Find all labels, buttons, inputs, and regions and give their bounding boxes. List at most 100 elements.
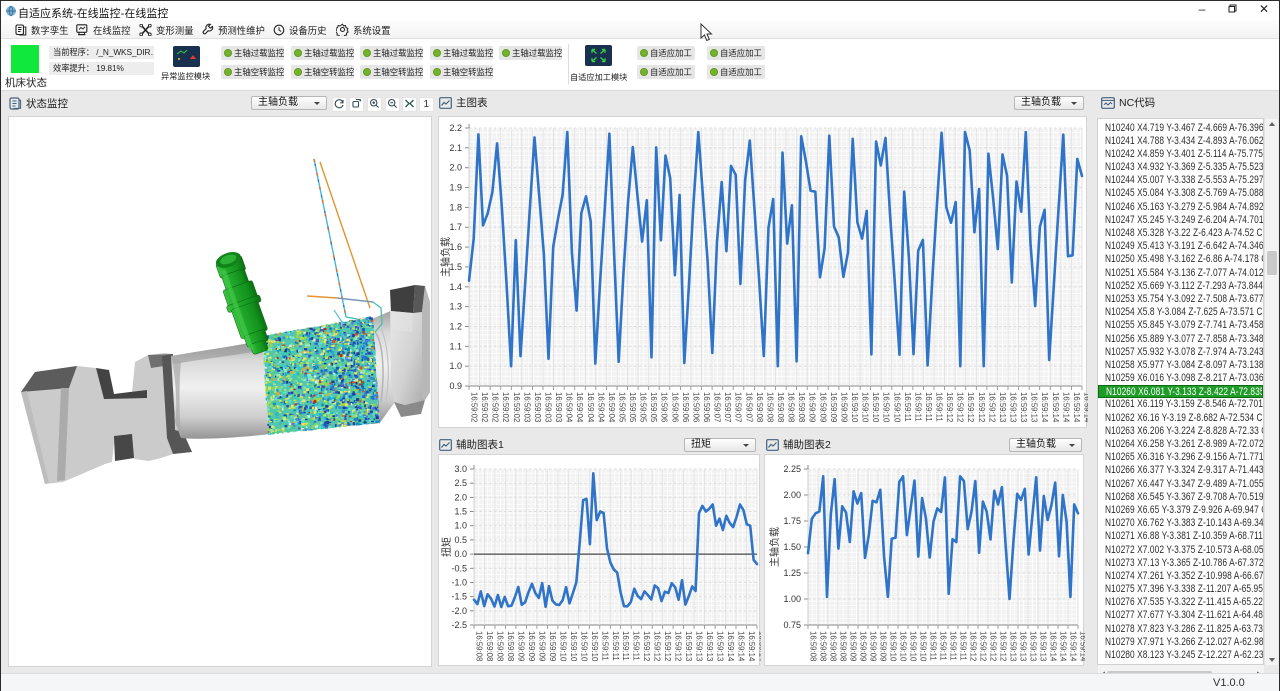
svg-text:1.7: 1.7: [449, 222, 462, 232]
svg-text:1.0: 1.0: [449, 361, 462, 371]
svg-text:16:59:05: 16:59:05: [628, 392, 637, 423]
svg-text:16:59:12: 16:59:12: [987, 392, 996, 422]
svg-text:2.2: 2.2: [449, 123, 462, 133]
svg-text:1.3: 1.3: [449, 302, 462, 312]
svg-text:1.25: 1.25: [783, 568, 801, 578]
svg-text:扭矩: 扭矩: [440, 537, 453, 557]
svg-text:1.1: 1.1: [449, 341, 462, 351]
svg-text:2.25: 2.25: [783, 464, 801, 474]
svg-text:主轴负载: 主轴负载: [439, 237, 452, 277]
svg-text:0.75: 0.75: [783, 620, 801, 630]
svg-text:16:59:12: 16:59:12: [674, 631, 683, 661]
svg-text:16:59:06: 16:59:06: [681, 392, 690, 422]
svg-text:16:59:03: 16:59:03: [533, 392, 542, 422]
svg-text:16:59:13: 16:59:13: [684, 631, 693, 661]
svg-text:-0.5: -0.5: [451, 563, 467, 573]
svg-text:16:59:10: 16:59:10: [892, 392, 901, 423]
svg-text:16:59:08: 16:59:08: [475, 631, 484, 661]
svg-text:16:59:12: 16:59:12: [966, 392, 975, 422]
svg-text:16:59:02: 16:59:02: [512, 392, 521, 422]
svg-text:16:59:10: 16:59:10: [909, 631, 918, 662]
svg-text:16:59:10: 16:59:10: [899, 631, 908, 662]
svg-text:16:59:13: 16:59:13: [1019, 392, 1028, 422]
svg-text:16:59:10: 16:59:10: [850, 392, 859, 423]
svg-text:16:59:14: 16:59:14: [1072, 392, 1081, 423]
svg-text:16:59:09: 16:59:09: [879, 631, 888, 661]
svg-text:16:59:09: 16:59:09: [516, 631, 525, 661]
svg-text:16:59:07: 16:59:07: [713, 392, 722, 422]
svg-text:16:59:08: 16:59:08: [809, 631, 818, 661]
svg-text:1.4: 1.4: [449, 282, 462, 292]
svg-text:1.9: 1.9: [449, 183, 462, 193]
svg-text:16:59:08: 16:59:08: [839, 631, 848, 661]
svg-text:16:59:11: 16:59:11: [949, 631, 958, 661]
svg-text:16:59:12: 16:59:12: [969, 631, 978, 661]
svg-text:16:59:11: 16:59:11: [621, 631, 630, 661]
svg-text:16:59:12: 16:59:12: [642, 631, 651, 661]
svg-text:16:59:02: 16:59:02: [470, 392, 479, 422]
svg-text:16:59:08: 16:59:08: [765, 392, 774, 422]
svg-text:16:59:14: 16:59:14: [747, 631, 756, 662]
svg-text:16:59:12: 16:59:12: [977, 392, 986, 422]
svg-text:1.0: 1.0: [454, 521, 467, 531]
svg-text:16:59:11: 16:59:11: [959, 631, 968, 661]
svg-text:16:59:09: 16:59:09: [527, 631, 536, 661]
svg-text:16:59:12: 16:59:12: [989, 631, 998, 661]
svg-text:16:59:14: 16:59:14: [1079, 631, 1086, 662]
svg-text:16:59:10: 16:59:10: [590, 631, 599, 662]
svg-text:16:59:11: 16:59:11: [929, 631, 938, 661]
svg-text:16:59:09: 16:59:09: [548, 631, 557, 661]
svg-text:16:59:08: 16:59:08: [776, 392, 785, 422]
svg-text:16:59:08: 16:59:08: [829, 631, 838, 661]
svg-text:16:59:09: 16:59:09: [808, 392, 817, 422]
svg-text:1.2: 1.2: [449, 322, 462, 332]
svg-text:16:59:05: 16:59:05: [618, 392, 627, 423]
svg-text:16:59:02: 16:59:02: [491, 392, 500, 422]
svg-text:16:59:02: 16:59:02: [480, 392, 489, 422]
svg-text:16:59:14: 16:59:14: [1061, 392, 1070, 423]
svg-text:16:59:03: 16:59:03: [544, 392, 553, 422]
svg-text:1.50: 1.50: [783, 542, 801, 552]
svg-text:16:59:10: 16:59:10: [889, 631, 898, 662]
svg-text:16:59:10: 16:59:10: [579, 631, 588, 662]
svg-text:16:59:07: 16:59:07: [734, 392, 743, 422]
svg-text:16:59:10: 16:59:10: [882, 392, 891, 423]
svg-text:16:59:14: 16:59:14: [1059, 631, 1068, 662]
svg-text:16:59:14: 16:59:14: [737, 631, 746, 662]
svg-text:2.0: 2.0: [454, 492, 467, 502]
svg-text:16:59:12: 16:59:12: [663, 631, 672, 661]
svg-text:16:59:07: 16:59:07: [723, 392, 732, 422]
svg-text:16:59:13: 16:59:13: [1029, 631, 1038, 661]
svg-text:16:59:08: 16:59:08: [506, 631, 515, 661]
svg-text:16:59:02: 16:59:02: [501, 392, 510, 422]
svg-text:16:59:08: 16:59:08: [797, 392, 806, 422]
svg-text:16:59:06: 16:59:06: [670, 392, 679, 422]
svg-text:16:59:14: 16:59:14: [1083, 392, 1089, 423]
svg-text:16:59:08: 16:59:08: [819, 631, 828, 661]
svg-text:16:59:14: 16:59:14: [758, 631, 762, 662]
svg-text:16:59:12: 16:59:12: [999, 631, 1008, 661]
svg-text:16:59:12: 16:59:12: [945, 392, 954, 422]
svg-text:16:59:11: 16:59:11: [903, 392, 912, 422]
svg-text:1.75: 1.75: [783, 516, 801, 526]
svg-text:16:59:04: 16:59:04: [596, 392, 605, 423]
svg-text:16:59:13: 16:59:13: [1019, 631, 1028, 661]
svg-text:0.0: 0.0: [454, 549, 467, 559]
svg-text:16:59:13: 16:59:13: [998, 392, 1007, 422]
svg-text:16:59:13: 16:59:13: [716, 631, 725, 661]
svg-text:16:59:06: 16:59:06: [660, 392, 669, 422]
svg-text:16:59:14: 16:59:14: [726, 631, 735, 662]
svg-text:16:59:10: 16:59:10: [558, 631, 567, 662]
svg-text:2.0: 2.0: [449, 163, 462, 173]
svg-text:16:59:14: 16:59:14: [1051, 392, 1060, 423]
svg-text:16:59:14: 16:59:14: [1040, 392, 1049, 423]
svg-text:0.5: 0.5: [454, 535, 467, 545]
svg-text:1.00: 1.00: [783, 594, 801, 604]
svg-text:16:59:05: 16:59:05: [649, 392, 658, 423]
svg-text:16:59:11: 16:59:11: [913, 392, 922, 422]
svg-text:16:59:13: 16:59:13: [1009, 631, 1018, 661]
svg-text:3.0: 3.0: [454, 464, 467, 474]
svg-text:1.8: 1.8: [449, 202, 462, 212]
svg-text:2.1: 2.1: [449, 143, 462, 153]
svg-text:16:59:09: 16:59:09: [537, 631, 546, 661]
